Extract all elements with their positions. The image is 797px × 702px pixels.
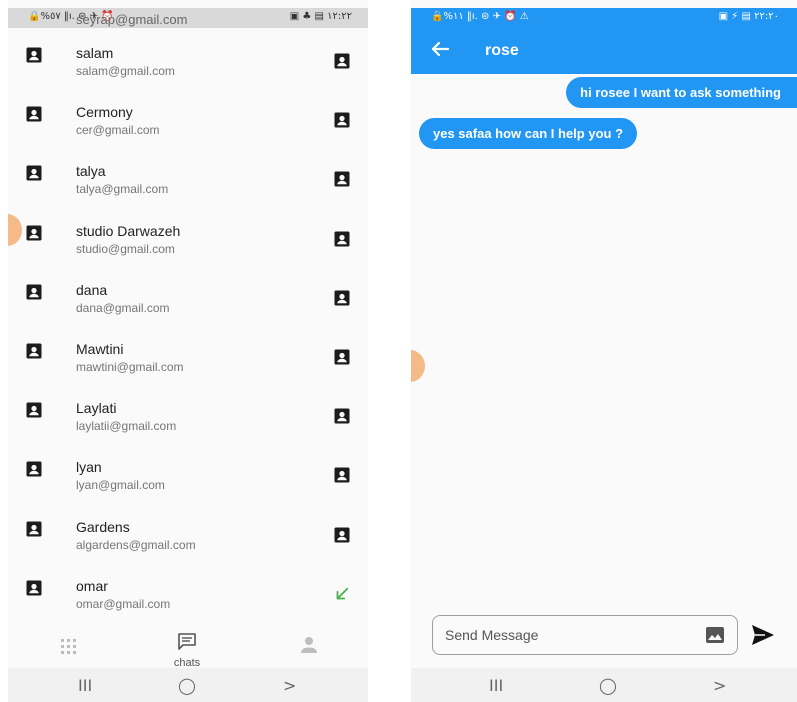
contact-icon (26, 47, 42, 63)
contact-item[interactable]: Laylati laylatii@gmail.com (8, 391, 368, 450)
contact-item[interactable]: Mawtini mawtini@gmail.com (8, 332, 368, 391)
contact-item[interactable]: Gardens algardens@gmail.com (8, 510, 368, 569)
contact-email: lyan@gmail.com (76, 478, 165, 493)
message-input[interactable] (433, 616, 693, 654)
contact-email: dana@gmail.com (76, 300, 170, 315)
bottom-navigation: chats (8, 628, 368, 669)
back-arrow-icon[interactable] (429, 38, 451, 60)
contact-name: Gardens (76, 518, 130, 535)
apps-grid-icon[interactable] (60, 638, 78, 656)
contact-email: mawtini@gmail.com (76, 359, 184, 374)
back-button[interactable]: > (283, 676, 296, 695)
chat-icon (178, 633, 196, 650)
contact-icon[interactable] (333, 52, 351, 70)
message-composer (432, 615, 738, 655)
chat-app-bar: rose (411, 28, 797, 74)
contact-name: Laylati (76, 400, 117, 417)
status-bar: 🔒%١١ ‖ı. ⊜ ✈ ⏰ ⚠ ▣ ⚡ ▤ ٢٢:٢٠ (411, 8, 797, 28)
contact-icon[interactable] (333, 289, 351, 307)
chat-screen: 🔒%١١ ‖ı. ⊜ ✈ ⏰ ⚠ ▣ ⚡ ▤ ٢٢:٢٠ rose hi ros… (411, 0, 797, 702)
contact-icon (26, 343, 42, 359)
message-bubble-sent[interactable]: hi rosee I want to ask something (566, 77, 797, 108)
contact-icon (26, 521, 42, 536)
status-bar-right: ▣ ♣ ▤ ١٢:٢٢ (289, 11, 352, 22)
contact-name: salam (76, 45, 114, 61)
contact-item[interactable]: talya talya@gmail.com (8, 154, 368, 213)
contact-email: cer@gmail.com (76, 123, 160, 138)
contact-icon[interactable] (333, 170, 351, 188)
contact-icon[interactable] (333, 230, 351, 248)
status-bar: 🔒%٥٧ ‖ı. ⊜ ✈ ⏰ seyrap@gmail.com ▣ ♣ ▤ ١٢… (8, 8, 368, 28)
status-bar-right: ▣ ⚡ ▤ ٢٢:٢٠ (718, 11, 779, 22)
contact-icon[interactable] (333, 111, 351, 129)
contact-icon (26, 165, 42, 181)
back-button[interactable]: > (713, 676, 726, 695)
home-button[interactable]: ◯ (178, 676, 196, 695)
system-navigation-bar: III ◯ > (8, 668, 368, 702)
chat-title: rose (485, 42, 519, 59)
recents-button[interactable]: III (78, 676, 92, 695)
contact-name: dana (76, 281, 108, 298)
contact-list: salam salam@gmail.com Cermony cer@gmail.… (8, 36, 368, 628)
contact-name: Cermony (76, 104, 133, 121)
contact-email: salam@gmail.com (76, 64, 175, 78)
contact-email: laylatii@gmail.com (76, 419, 177, 434)
contact-item[interactable]: omar omar@gmail.com (8, 569, 368, 628)
arrow-down-left-icon[interactable] (333, 585, 351, 603)
status-bar-left: 🔒%١١ ‖ı. ⊜ ✈ ⏰ ⚠ (431, 11, 529, 22)
recents-button[interactable]: III (489, 676, 503, 695)
floating-bubble-indicator[interactable] (411, 350, 425, 382)
send-icon[interactable] (751, 624, 775, 646)
contact-name: lyan (76, 459, 102, 476)
person-icon[interactable] (300, 636, 318, 654)
contact-icon (26, 225, 42, 241)
contact-email: talya@gmail.com (76, 182, 169, 197)
contact-name: omar (76, 577, 108, 594)
contact-item[interactable]: dana dana@gmail.com (8, 273, 368, 332)
contact-name: talya (76, 163, 106, 180)
image-icon[interactable] (705, 626, 725, 644)
contact-item[interactable]: studio Darwazeh studio@gmail.com (8, 214, 368, 273)
contact-email: algardens@gmail.com (76, 537, 196, 552)
contact-icon[interactable] (333, 466, 351, 484)
clipped-contact-email: seyrap@gmail.com (76, 12, 188, 27)
message-bubble-received[interactable]: yes safaa how can I help you ? (419, 118, 638, 149)
contact-icon[interactable] (333, 526, 351, 544)
contact-icon[interactable] (333, 348, 351, 366)
contact-item[interactable]: salam salam@gmail.com (8, 36, 368, 95)
contact-name: studio Darwazeh (76, 222, 181, 239)
contact-name: Mawtini (76, 340, 124, 357)
contact-item[interactable]: lyan lyan@gmail.com (8, 450, 368, 509)
contact-icon (26, 580, 42, 596)
contact-icon (26, 106, 42, 122)
tab-chats[interactable]: chats (172, 632, 202, 669)
contact-icon (26, 461, 42, 477)
contact-item[interactable]: Cermony cer@gmail.com (8, 95, 368, 154)
contacts-screen: 🔒%٥٧ ‖ı. ⊜ ✈ ⏰ seyrap@gmail.com ▣ ♣ ▤ ١٢… (8, 0, 368, 702)
contact-email: studio@gmail.com (76, 241, 175, 256)
home-button[interactable]: ◯ (599, 676, 617, 695)
system-navigation-bar: III ◯ > (411, 668, 797, 702)
contact-icon[interactable] (333, 407, 351, 425)
contact-icon (26, 402, 42, 418)
contact-email: omar@gmail.com (76, 596, 171, 611)
contact-icon (26, 284, 42, 300)
